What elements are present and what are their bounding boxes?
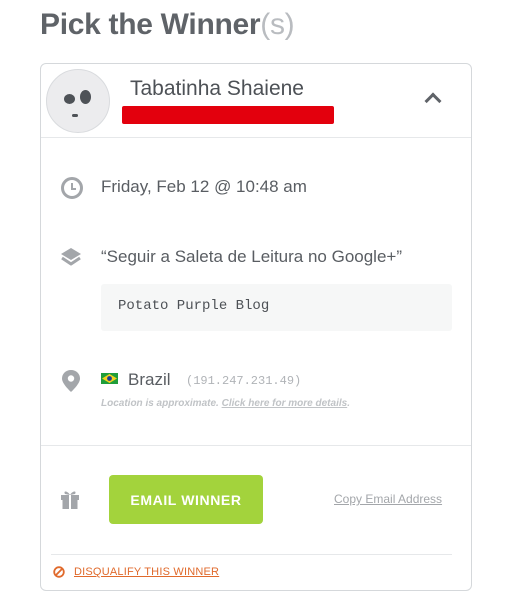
location-note-text: Location is approximate. (101, 398, 219, 409)
avatar-mouth (72, 114, 78, 117)
winner-ip: (191.247.231.49) (186, 374, 302, 388)
location-note-period: . (347, 398, 350, 409)
page-title-suffix: (s) (260, 8, 295, 41)
entry-value-box: Potato Purple Blog (101, 284, 452, 331)
footer-divider (51, 554, 452, 555)
winner-card: Tabatinha Shaiene Friday, Feb 12 @ 10:48… (40, 63, 472, 591)
section-divider (41, 445, 471, 446)
chevron-up-icon[interactable] (424, 92, 442, 110)
clock-icon (61, 177, 83, 199)
winner-card-header[interactable]: Tabatinha Shaiene (41, 64, 471, 138)
brazil-flag-icon (101, 373, 118, 384)
entry-action-text: “Seguir a Saleta de Leitura no Google+” (101, 247, 403, 266)
winner-name: Tabatinha Shaiene (130, 77, 304, 100)
winner-page: Pick the Winner(s) Tabatinha Shaiene Fri… (0, 0, 507, 595)
layers-icon (61, 248, 81, 266)
disqualify-winner-link[interactable]: DISQUALIFY THIS WINNER (74, 566, 219, 578)
winner-country: Brazil (128, 370, 171, 389)
page-title-main: Pick the Winner (40, 8, 261, 41)
ban-icon (53, 566, 65, 578)
entry-value: Potato Purple Blog (118, 298, 270, 314)
location-note: Location is approximate. Click here for … (101, 398, 350, 409)
avatar-eye-left (64, 94, 75, 104)
location-details-link[interactable]: Click here for more details (222, 398, 348, 409)
entry-datetime: Friday, Feb 12 @ 10:48 am (101, 177, 307, 196)
redacted-email (122, 106, 334, 124)
avatar (46, 69, 110, 133)
copy-email-link[interactable]: Copy Email Address (334, 492, 442, 506)
email-winner-button[interactable]: EMAIL WINNER (109, 475, 263, 524)
page-title: Pick the Winner(s) (40, 8, 295, 42)
avatar-eye-right (80, 90, 91, 104)
gift-icon (61, 491, 79, 509)
map-pin-icon (62, 370, 80, 392)
